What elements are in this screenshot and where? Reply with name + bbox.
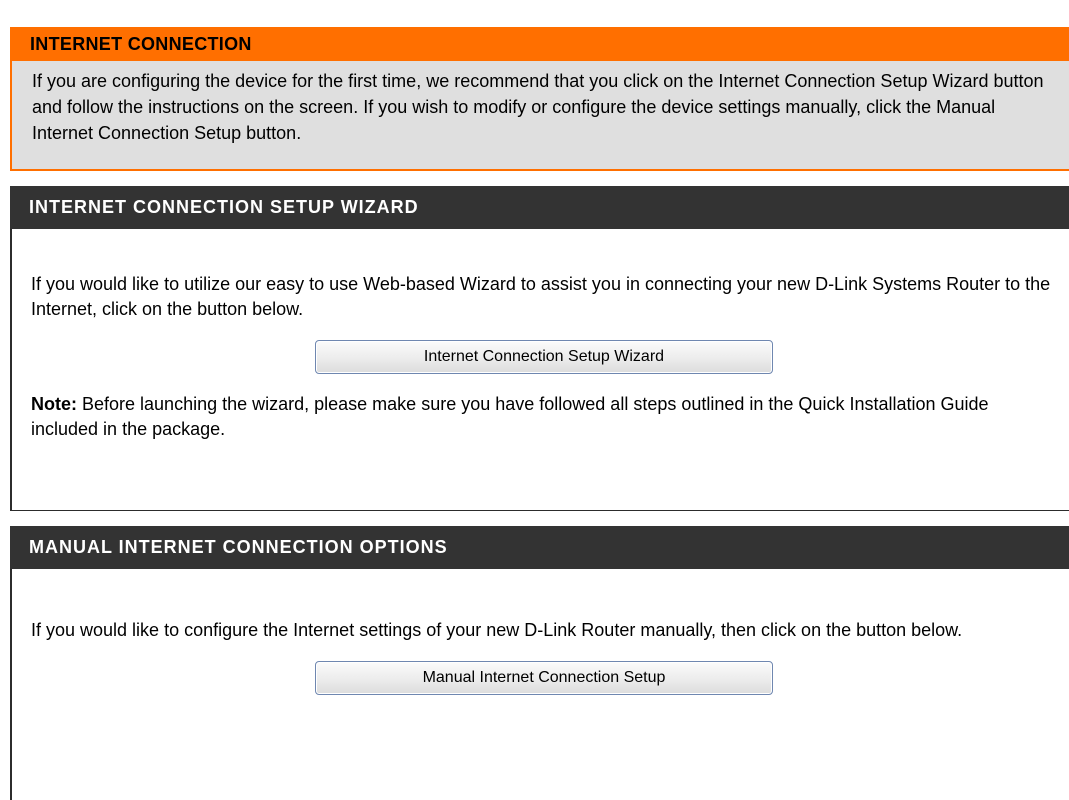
manual-options-body: If you would like to configure the Inter… [12,569,1069,800]
setup-wizard-section: INTERNET CONNECTION SETUP WIZARD If you … [10,186,1069,511]
note-label: Note: [31,394,77,414]
internet-connection-section: INTERNET CONNECTION If you are configuri… [10,27,1069,171]
setup-wizard-description: If you would like to utilize our easy to… [31,274,1051,319]
manual-options-description: If you would like to configure the Inter… [31,620,963,640]
note-text: Before launching the wizard, please make… [31,394,989,439]
manual-internet-connection-setup-button[interactable]: Manual Internet Connection Setup [315,661,773,695]
setup-wizard-button-row: Internet Connection Setup Wizard [31,340,1057,374]
manual-options-section: MANUAL INTERNET CONNECTION OPTIONS If yo… [10,526,1069,800]
internet-connection-description: If you are configuring the device for th… [10,61,1069,171]
internet-connection-setup-wizard-button[interactable]: Internet Connection Setup Wizard [315,340,773,374]
internet-connection-title: INTERNET CONNECTION [10,27,1069,61]
internet-setup-page: INTERNET CONNECTION If you are configuri… [10,27,1069,800]
manual-options-button-row: Manual Internet Connection Setup [31,661,1057,695]
manual-options-title: MANUAL INTERNET CONNECTION OPTIONS [10,526,1069,569]
setup-wizard-body: If you would like to utilize our easy to… [12,229,1069,511]
setup-wizard-note: Note: Before launching the wizard, pleas… [31,392,1057,442]
setup-wizard-title: INTERNET CONNECTION SETUP WIZARD [10,186,1069,229]
